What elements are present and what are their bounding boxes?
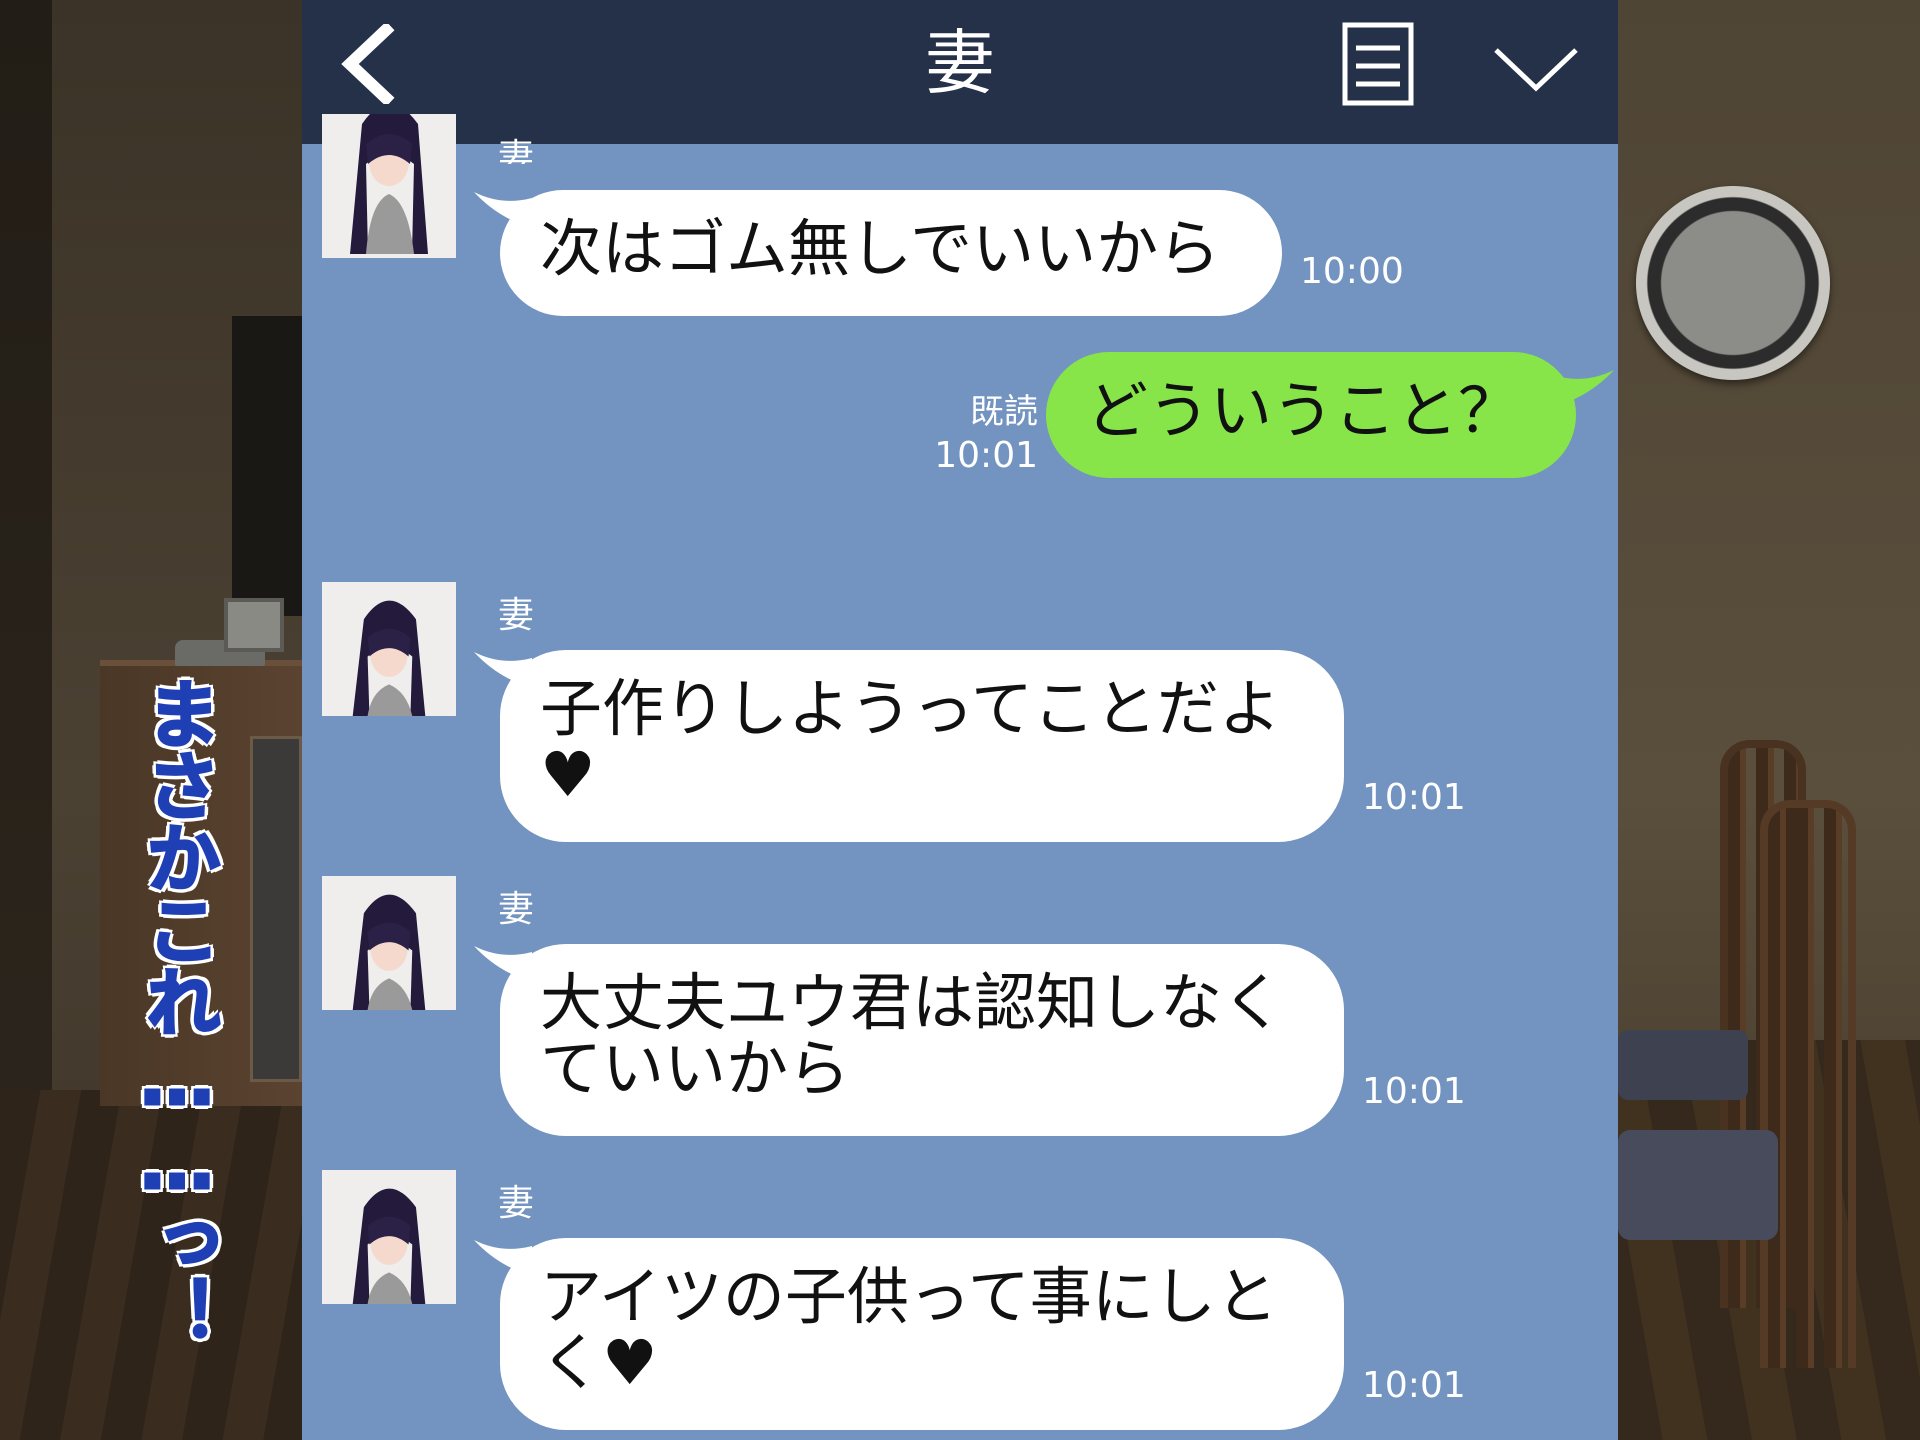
message-time: 10:01 [934, 435, 1038, 476]
photo-frame [224, 598, 284, 652]
sender-name: 妻 [498, 137, 535, 164]
chevron-down-icon[interactable] [1492, 44, 1580, 96]
back-arrow-icon[interactable] [336, 24, 400, 104]
message-bubble[interactable]: 大丈夫ユウ君は認知しなくていいから [500, 944, 1344, 1136]
chat-title: 妻 [925, 22, 995, 104]
message-time: 10:01 [1362, 777, 1466, 818]
chat-window: 妻 妻 次はゴム無しでいいから 10:00 既読 10:01 どういうこと？ 妻… [302, 0, 1618, 1440]
read-receipt: 既読 [970, 392, 1038, 432]
menu-icon[interactable] [1342, 22, 1414, 106]
message-time: 10:00 [1300, 251, 1404, 292]
avatar[interactable] [322, 582, 456, 716]
television [232, 316, 302, 616]
chair-seat-2 [1618, 1130, 1778, 1240]
cabinet-shelf [250, 736, 302, 1082]
my-message-bubble[interactable]: どういうこと？ [1046, 352, 1576, 478]
message-time: 10:01 [1362, 1365, 1466, 1406]
sender-name: 妻 [498, 595, 535, 636]
sender-name: 妻 [498, 889, 535, 930]
chat-header: 妻 [302, 0, 1618, 144]
avatar[interactable] [322, 114, 456, 258]
sender-name: 妻 [498, 1183, 535, 1224]
chair-back-2 [1760, 800, 1856, 1368]
message-bubble[interactable]: 次はゴム無しでいいから [500, 190, 1282, 316]
shout-text: まさかこれ……っ！ [133, 675, 222, 1350]
avatar[interactable] [322, 876, 456, 1010]
chair-seat [1618, 1030, 1748, 1100]
message-time: 10:01 [1362, 1071, 1466, 1112]
avatar[interactable] [322, 1170, 456, 1304]
wall-clock [1636, 186, 1830, 380]
message-bubble[interactable]: 子作りしようってことだよ♥ [500, 650, 1344, 842]
message-bubble[interactable]: アイツの子供って事にしとく♥ [500, 1238, 1344, 1430]
bubble-tail [1556, 370, 1614, 406]
